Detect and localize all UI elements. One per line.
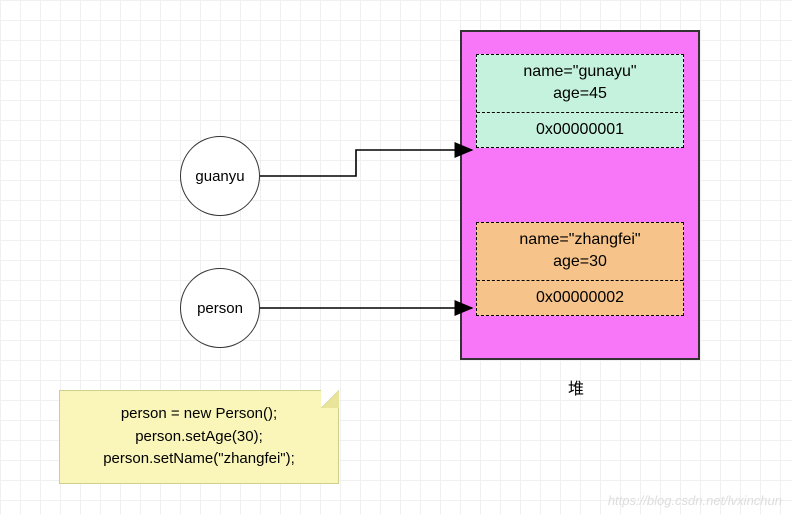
note-fold-icon xyxy=(321,390,339,408)
stack-circle-guanyu: guanyu xyxy=(180,136,260,216)
stack-circle-person: person xyxy=(180,268,260,348)
arrow-guanyu-to-obj1 xyxy=(260,150,472,176)
watermark-text: https://blog.csdn.net/lvxinchun xyxy=(608,493,782,508)
heap-object-2-age: age=30 xyxy=(481,251,679,273)
heap-container: name="gunayu" age=45 0x00000001 name="zh… xyxy=(460,30,700,360)
heap-object-1-name: name="gunayu" xyxy=(481,61,679,83)
code-note-line2: person.setAge(30); xyxy=(74,426,324,449)
heap-object-1-age: age=45 xyxy=(481,83,679,105)
heap-object-1: name="gunayu" age=45 0x00000001 xyxy=(476,54,684,148)
stack-circle-person-label: person xyxy=(197,300,243,317)
code-note: person = new Person(); person.setAge(30)… xyxy=(59,390,339,484)
heap-object-1-attrs: name="gunayu" age=45 xyxy=(477,55,683,113)
stack-circle-guanyu-label: guanyu xyxy=(195,168,244,185)
heap-label: 堆 xyxy=(568,375,584,399)
code-note-line3: person.setName("zhangfei"); xyxy=(74,448,324,471)
heap-object-2: name="zhangfei" age=30 0x00000002 xyxy=(476,222,684,316)
heap-object-2-address: 0x00000002 xyxy=(477,281,683,315)
code-note-line1: person = new Person(); xyxy=(74,403,324,426)
heap-object-2-attrs: name="zhangfei" age=30 xyxy=(477,223,683,281)
heap-object-1-address: 0x00000001 xyxy=(477,113,683,147)
heap-object-2-name: name="zhangfei" xyxy=(481,229,679,251)
